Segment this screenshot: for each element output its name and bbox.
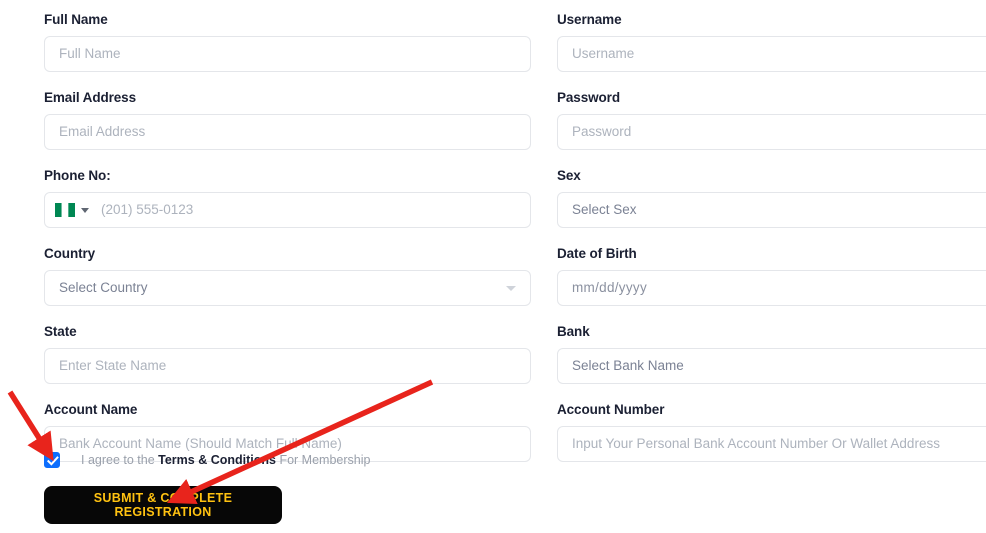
field-state: State Enter State Name xyxy=(44,324,531,384)
arrow-to-terms-checkbox xyxy=(7,390,54,462)
label-full-name: Full Name xyxy=(44,12,108,27)
field-country: Country Select Country xyxy=(44,246,531,306)
select-sex[interactable]: Select Sex xyxy=(557,192,986,228)
input-phone-no[interactable]: (201) 555-0123 xyxy=(44,192,531,228)
label-account-name: Account Name xyxy=(44,402,138,417)
field-date-of-birth: Date of Birth mm/dd/yyyy xyxy=(557,246,986,306)
form-fields-grid: Full Name Full Name Username Username Em… xyxy=(44,12,986,480)
label-state: State xyxy=(44,324,77,339)
input-email-address[interactable]: Email Address xyxy=(44,114,531,150)
label-password: Password xyxy=(557,90,620,105)
select-country-value: Select Country xyxy=(59,280,148,295)
label-date-of-birth: Date of Birth xyxy=(557,246,637,261)
terms-text: I agree to the Terms & Conditions For Me… xyxy=(81,452,370,468)
input-password[interactable]: Password xyxy=(557,114,986,150)
field-account-number: Account Number Input Your Personal Bank … xyxy=(557,402,986,462)
field-bank: Bank Select Bank Name xyxy=(557,324,986,384)
label-phone-no: Phone No: xyxy=(44,168,111,183)
registration-form: Full Name Full Name Username Username Em… xyxy=(0,0,986,533)
field-username: Username Username xyxy=(557,12,986,72)
terms-text-after: For Membership xyxy=(275,453,371,467)
field-full-name: Full Name Full Name xyxy=(44,12,531,72)
chevron-down-icon xyxy=(81,207,89,213)
label-country-wrap: Country xyxy=(44,246,531,262)
field-sex: Sex Select Sex xyxy=(557,168,986,228)
field-password: Password Password xyxy=(557,90,986,150)
input-date-of-birth[interactable]: mm/dd/yyyy xyxy=(557,270,986,306)
field-phone-no: Phone No: (201) 555-0123 xyxy=(44,168,531,228)
label-bank: Bank xyxy=(557,324,590,339)
chevron-down-icon xyxy=(506,285,516,291)
checkmark-icon xyxy=(46,456,59,466)
input-account-number[interactable]: Input Your Personal Bank Account Number … xyxy=(557,426,986,462)
select-country[interactable]: Select Country xyxy=(44,270,531,306)
label-country: Country xyxy=(44,246,96,261)
terms-checkbox[interactable] xyxy=(44,452,60,468)
input-full-name[interactable]: Full Name xyxy=(44,36,531,72)
label-username: Username xyxy=(557,12,622,27)
input-state[interactable]: Enter State Name xyxy=(44,348,531,384)
label-account-number: Account Number xyxy=(557,402,665,417)
submit-registration-button[interactable]: SUBMIT & COMPLETE REGISTRATION xyxy=(44,486,282,524)
terms-conditions-link[interactable]: Terms & Conditions xyxy=(158,453,276,467)
terms-agreement-row: I agree to the Terms & Conditions For Me… xyxy=(44,452,370,468)
label-email-address: Email Address xyxy=(44,90,136,105)
terms-text-before: I agree to the xyxy=(81,453,159,467)
field-email-address: Email Address Email Address xyxy=(44,90,531,150)
input-username[interactable]: Username xyxy=(557,36,986,72)
phone-placeholder: (201) 555-0123 xyxy=(101,202,194,217)
select-bank[interactable]: Select Bank Name xyxy=(557,348,986,384)
nigeria-flag-icon xyxy=(55,203,75,217)
phone-country-selector[interactable] xyxy=(55,203,89,217)
label-sex: Sex xyxy=(557,168,581,183)
